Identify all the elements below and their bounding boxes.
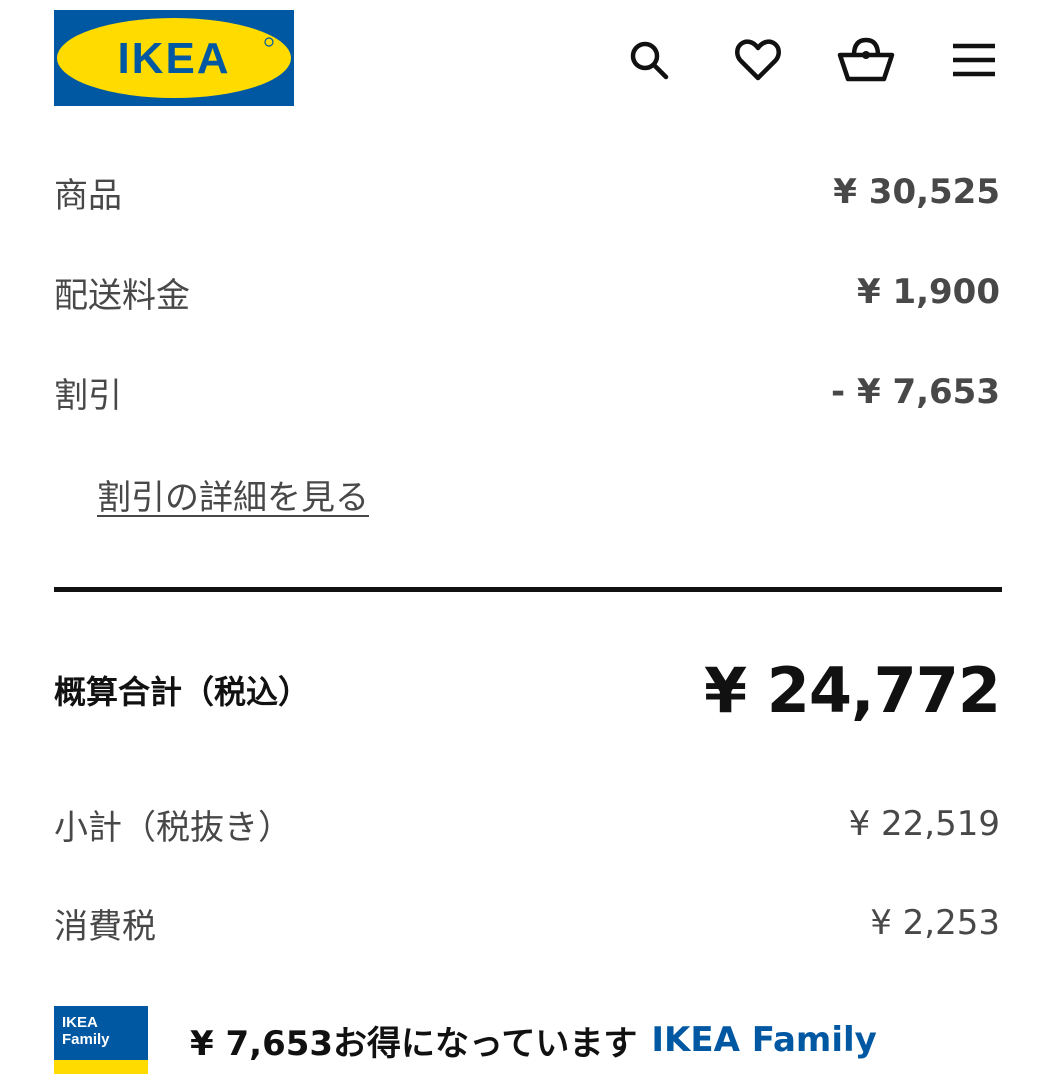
products-label: 商品 bbox=[54, 175, 122, 216]
subtotal-row: 小計（税抜き） ¥ 22,519 bbox=[54, 794, 1000, 854]
ikea-logo-text: IKEA bbox=[117, 34, 230, 83]
family-badge-stripe bbox=[54, 1060, 148, 1074]
discount-value: - ¥ 7,653 bbox=[831, 372, 1000, 412]
tax-row: 消費税 ¥ 2,253 bbox=[54, 893, 1000, 953]
favorites-button[interactable] bbox=[728, 30, 788, 90]
total-label: 概算合計（税込） bbox=[54, 673, 311, 711]
subtotal-value: ¥ 22,519 bbox=[848, 804, 1000, 844]
total-value: ¥ 24,772 bbox=[704, 653, 1001, 727]
subtotal-label: 小計（税抜き） bbox=[54, 807, 292, 848]
ikea-logo[interactable]: IKEA bbox=[54, 10, 294, 106]
discount-row: 割引 - ¥ 7,653 bbox=[54, 362, 1000, 422]
shipping-label: 配送料金 bbox=[54, 275, 190, 316]
discount-label: 割引 bbox=[54, 375, 122, 416]
menu-icon bbox=[953, 43, 995, 77]
shipping-row: 配送料金 ¥ 1,900 bbox=[54, 262, 1000, 322]
cart-icon bbox=[837, 37, 895, 82]
discount-details-link[interactable]: 割引の詳細を見る bbox=[97, 470, 369, 519]
tax-value: ¥ 2,253 bbox=[870, 903, 1000, 943]
heart-icon bbox=[735, 39, 781, 81]
shipping-value: ¥ 1,900 bbox=[856, 272, 1000, 312]
family-badge-line2: Family bbox=[62, 1031, 110, 1048]
menu-button[interactable] bbox=[944, 30, 1004, 90]
search-icon bbox=[630, 41, 669, 80]
family-savings-text: ¥ 7,653お得になっています bbox=[190, 1023, 638, 1064]
family-brand-link[interactable]: IKEA Family bbox=[651, 1020, 876, 1060]
ikea-family-badge: IKEA Family bbox=[54, 1006, 148, 1074]
divider bbox=[54, 587, 1002, 592]
family-badge-line1: IKEA bbox=[62, 1014, 98, 1031]
cart-button[interactable] bbox=[836, 30, 896, 90]
header: IKEA bbox=[0, 0, 1056, 120]
products-value: ¥ 30,525 bbox=[833, 172, 1000, 212]
family-badge-text: IKEA Family bbox=[62, 1014, 110, 1048]
family-savings: ¥ 7,653お得になっています IKEA Family bbox=[190, 1012, 877, 1068]
total-row: 概算合計（税込） ¥ 24,772 bbox=[54, 650, 1001, 730]
tax-label: 消費税 bbox=[54, 906, 156, 947]
search-button[interactable] bbox=[619, 30, 679, 90]
ikea-logo-mark: IKEA bbox=[54, 10, 294, 106]
products-row: 商品 ¥ 30,525 bbox=[54, 162, 1000, 222]
